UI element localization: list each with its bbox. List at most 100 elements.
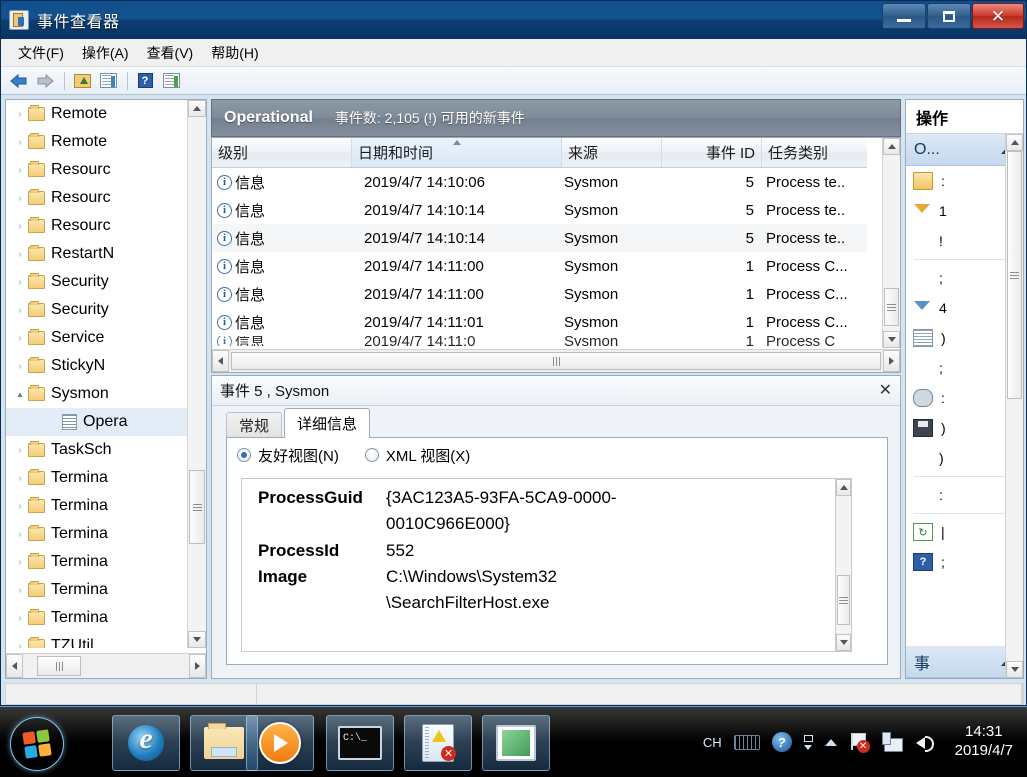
event-detail-content[interactable]: ProcessGuid {3AC123A5-93FA-5CA9-0000- 0010… xyxy=(241,478,851,652)
tree-scroll-left-button[interactable] xyxy=(6,654,23,678)
chevron-right-icon[interactable]: › xyxy=(12,613,28,624)
event-row-partial[interactable]: i 信息 2019/4/7 14:11:0 Sysmon 1 Process C xyxy=(212,336,867,346)
radio-xml-view-label[interactable]: XML 视图(X) xyxy=(386,445,470,466)
tree-item-termina[interactable]: › Termina xyxy=(6,548,188,576)
tree-item-tzutil[interactable]: › TZUtil xyxy=(6,632,188,648)
event-row[interactable]: i 信息 2019/4/7 14:10:06 Sysmon 5 Process te.. xyxy=(212,168,867,196)
event-list-horizontal-scrollbar[interactable] xyxy=(212,349,900,372)
chevron-right-icon[interactable]: › xyxy=(12,305,28,316)
start-button[interactable] xyxy=(10,717,64,771)
tree-item-opera[interactable]: Opera xyxy=(6,408,188,436)
actions-scroll-down-button[interactable] xyxy=(1006,661,1023,678)
list-scroll-up-button[interactable] xyxy=(883,138,900,155)
taskbar-media-player[interactable] xyxy=(246,715,314,771)
event-list-rows[interactable]: i 信息 2019/4/7 14:10:06 Sysmon 5 Process te.. i… xyxy=(212,168,867,348)
help-icon[interactable]: ? xyxy=(771,732,792,752)
event-list-vertical-scrollbar[interactable] xyxy=(882,138,900,348)
tree-item-resourc[interactable]: › Resourc xyxy=(6,184,188,212)
tree-item-sysmon[interactable]: ▲ Sysmon xyxy=(6,380,188,408)
tree-item-remote[interactable]: › Remote xyxy=(6,128,188,156)
chevron-right-icon[interactable]: › xyxy=(12,109,28,120)
column-level[interactable]: 级别 xyxy=(212,138,352,167)
chevron-right-icon[interactable]: › xyxy=(12,445,28,456)
chevron-right-icon[interactable]: › xyxy=(12,361,28,372)
chevron-right-icon[interactable]: › xyxy=(12,333,28,344)
event-row[interactable]: i 信息 2019/4/7 14:10:14 Sysmon 5 Process te.. xyxy=(212,224,867,252)
list-scroll-left-button[interactable] xyxy=(212,350,229,372)
console-tree[interactable]: › Remote › Remote › Resourc › Resourc › Resourc › R… xyxy=(6,100,188,648)
show-hidden-icons-icon[interactable] xyxy=(803,734,813,750)
ime-indicator[interactable]: CH xyxy=(703,735,722,750)
tree-vertical-scrollbar[interactable] xyxy=(187,100,206,648)
keyboard-icon[interactable] xyxy=(733,734,760,750)
tree-scroll-down-button[interactable] xyxy=(188,631,206,648)
back-button[interactable] xyxy=(7,70,31,92)
tree-hscrollbar-thumb[interactable] xyxy=(37,656,81,676)
tree-item-security[interactable]: › Security xyxy=(6,296,188,324)
list-hscrollbar-thumb[interactable] xyxy=(231,352,881,370)
chevron-right-icon[interactable]: › xyxy=(12,277,28,288)
chevron-right-icon[interactable]: › xyxy=(12,193,28,204)
tree-item-termina[interactable]: › Termina xyxy=(6,492,188,520)
show-hide-action-pane-button[interactable] xyxy=(159,70,183,92)
volume-icon[interactable] xyxy=(915,732,939,752)
chevron-right-icon[interactable]: › xyxy=(12,249,28,260)
tree-item-restartn[interactable]: › RestartN xyxy=(6,240,188,268)
tree-item-tasksch[interactable]: › TaskSch xyxy=(6,436,188,464)
tree-item-termina[interactable]: › Termina xyxy=(6,604,188,632)
actions-scroll-up-button[interactable] xyxy=(1006,134,1023,151)
network-icon[interactable] xyxy=(881,732,903,752)
tree-item-service[interactable]: › Service xyxy=(6,324,188,352)
menu-help[interactable]: 帮助(H) xyxy=(202,40,267,66)
detail-scrollbar-thumb[interactable] xyxy=(837,575,850,625)
event-row[interactable]: i 信息 2019/4/7 14:10:14 Sysmon 5 Process te.. xyxy=(212,196,867,224)
tree-scroll-right-button[interactable] xyxy=(189,654,206,678)
tree-item-resourc[interactable]: › Resourc xyxy=(6,156,188,184)
forward-button[interactable] xyxy=(33,70,57,92)
action-center-flag-icon[interactable]: ✕ xyxy=(849,732,870,753)
actions-vertical-scrollbar[interactable] xyxy=(1005,134,1023,678)
event-row[interactable]: i 信息 2019/4/7 14:11:01 Sysmon 1 Process C... xyxy=(212,308,867,336)
radio-xml-view[interactable] xyxy=(364,448,379,462)
chevron-down-icon[interactable]: ▲ xyxy=(12,390,28,399)
chevron-right-icon[interactable]: › xyxy=(12,473,28,484)
list-scroll-down-button[interactable] xyxy=(883,331,900,348)
actions-scrollbar-thumb[interactable] xyxy=(1007,151,1022,399)
chevron-right-icon[interactable]: › xyxy=(12,557,28,568)
tree-scroll-up-button[interactable] xyxy=(188,100,206,117)
event-row[interactable]: i 信息 2019/4/7 14:11:00 Sysmon 1 Process C... xyxy=(212,252,867,280)
tree-item-termina[interactable]: › Termina xyxy=(6,576,188,604)
taskbar-command-prompt[interactable] xyxy=(326,715,394,771)
chevron-right-icon[interactable]: › xyxy=(12,529,28,540)
detail-vertical-scrollbar[interactable] xyxy=(835,478,852,652)
menu-action[interactable]: 操作(A) xyxy=(73,40,138,66)
list-scroll-right-button[interactable] xyxy=(883,350,900,372)
tree-scrollbar-thumb[interactable] xyxy=(189,470,205,544)
event-list[interactable]: 级别 日期和时间 来源 事件 ID 任务类别 i 信息 2019/4/7 14:… xyxy=(211,137,901,373)
column-datetime[interactable]: 日期和时间 xyxy=(352,138,562,167)
radio-friendly-view-label[interactable]: 友好视图(N) xyxy=(258,445,339,466)
column-task-category[interactable]: 任务类别 xyxy=(762,138,867,167)
radio-friendly-view[interactable] xyxy=(237,448,251,462)
detail-scroll-up-button[interactable] xyxy=(836,479,851,496)
tab-details[interactable]: 详细信息 xyxy=(284,408,371,438)
list-scrollbar-thumb[interactable] xyxy=(884,288,899,326)
chevron-right-icon[interactable]: › xyxy=(12,585,28,596)
maximize-button[interactable] xyxy=(927,3,971,29)
column-event-id[interactable]: 事件 ID xyxy=(662,138,762,167)
chevron-right-icon[interactable]: › xyxy=(12,137,28,148)
taskbar-app[interactable] xyxy=(482,715,550,771)
taskbar-internet-explorer[interactable] xyxy=(112,715,180,771)
tree-item-termina[interactable]: › Termina xyxy=(6,464,188,492)
help-button[interactable]: ? xyxy=(133,70,157,92)
minimize-button[interactable] xyxy=(882,3,926,29)
event-row[interactable]: i 信息 2019/4/7 14:11:00 Sysmon 1 Process C... xyxy=(212,280,867,308)
chevron-right-icon[interactable]: › xyxy=(12,641,28,649)
detail-scroll-down-button[interactable] xyxy=(836,634,851,651)
menu-view[interactable]: 查看(V) xyxy=(138,40,203,66)
clock[interactable]: 14:31 2019/4/7 xyxy=(955,723,1013,761)
up-folder-button[interactable] xyxy=(70,70,94,92)
tree-item-termina[interactable]: › Termina xyxy=(6,520,188,548)
tree-item-remote[interactable]: › Remote xyxy=(6,100,188,128)
taskbar-event-viewer[interactable]: ✕ xyxy=(404,715,472,771)
